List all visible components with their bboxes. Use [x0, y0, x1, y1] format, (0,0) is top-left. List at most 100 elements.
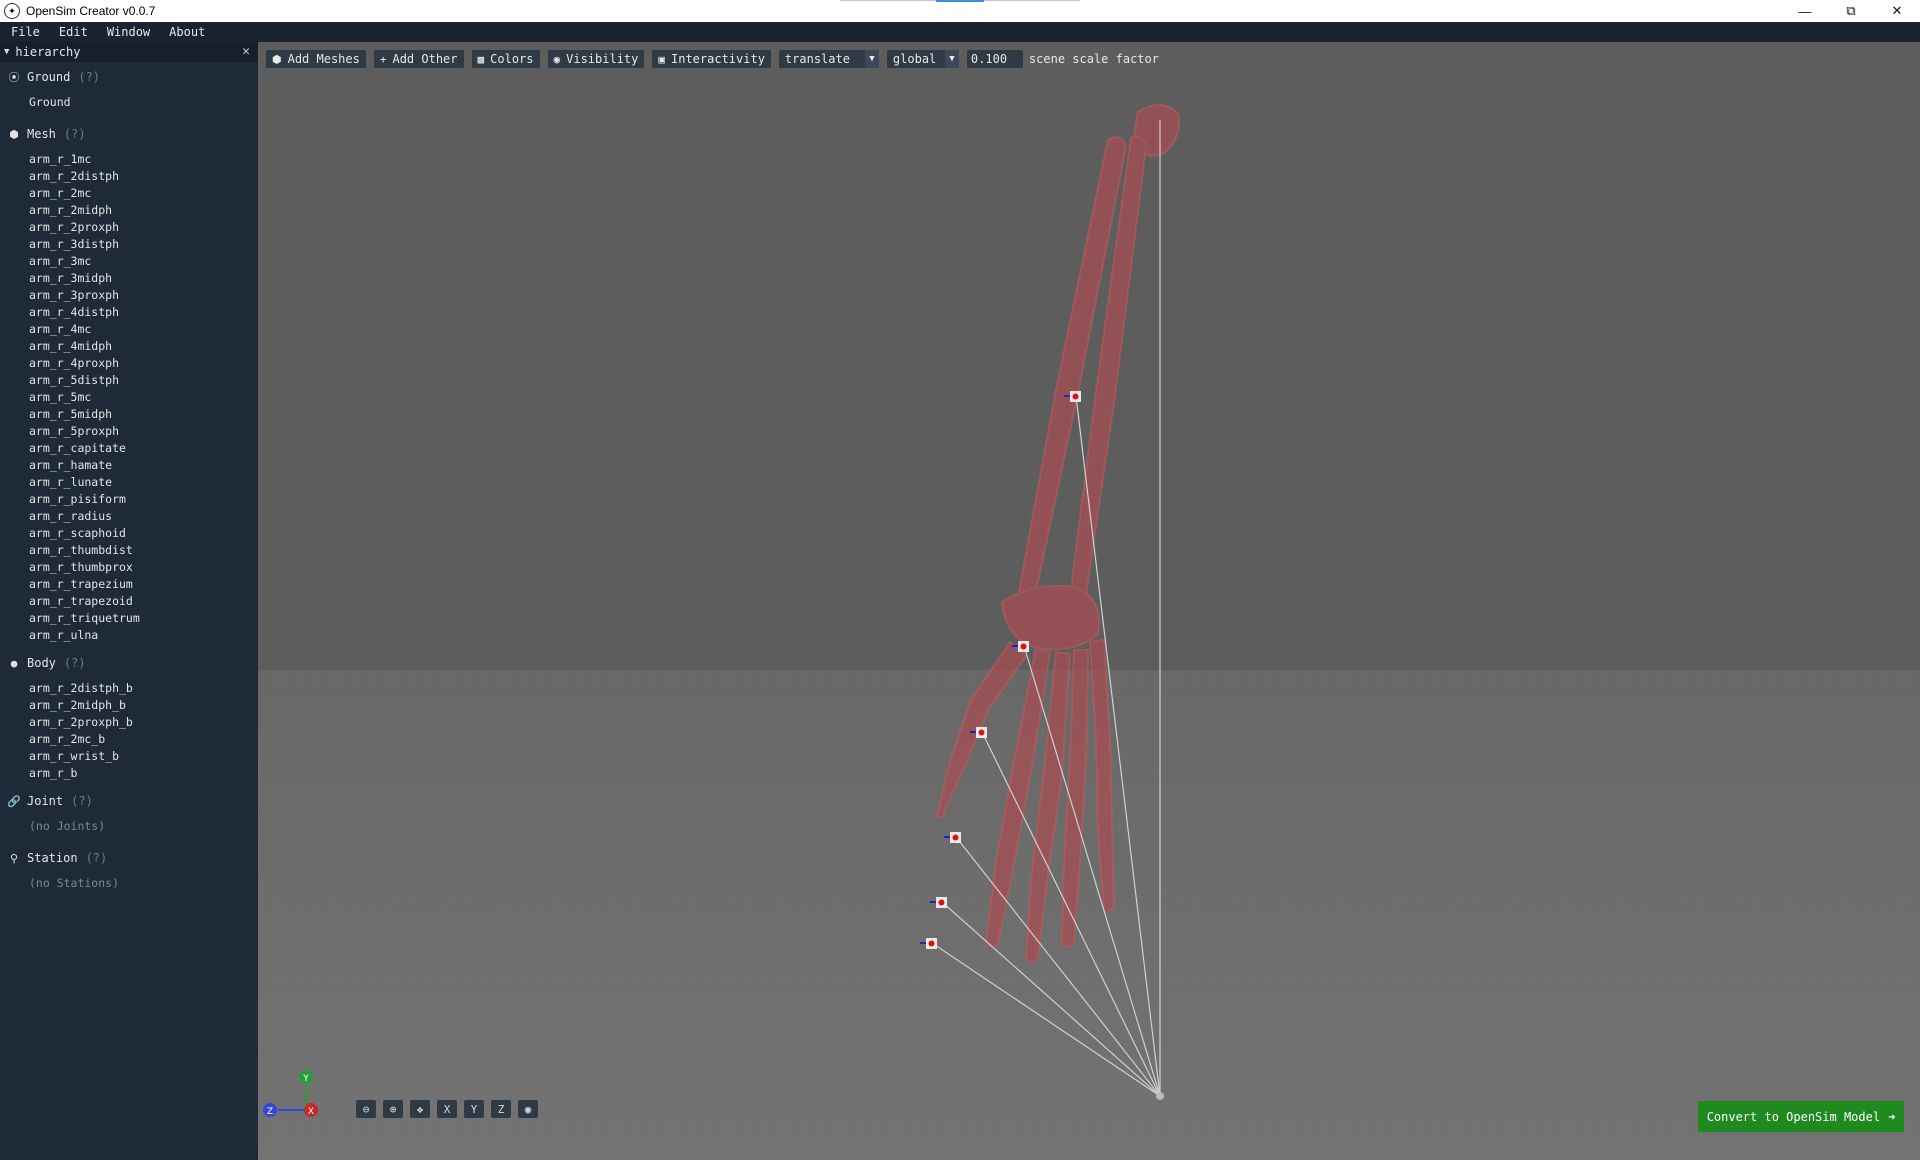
list-item[interactable]: arm_r_2mc	[29, 185, 258, 202]
list-item[interactable]: arm_r_1mc	[29, 151, 258, 168]
list-item[interactable]: arm_r_3distph	[29, 236, 258, 253]
list-item[interactable]: arm_r_b	[29, 765, 258, 782]
cube-icon: ⬢	[272, 52, 282, 66]
colors-label: Colors	[490, 52, 534, 66]
camera-tools: ⊖ ⊕ ❖ X Y Z ◉	[356, 1100, 545, 1118]
arm-r-carpals[interactable]	[1000, 584, 1100, 651]
link-icon: 🔗	[7, 794, 21, 808]
list-item[interactable]: arm_r_thumbprox	[29, 559, 258, 576]
list-item[interactable]: arm_r_3midph	[29, 270, 258, 287]
minimize-icon[interactable]: —	[1782, 0, 1828, 22]
list-item[interactable]: Ground	[29, 94, 258, 111]
list-item[interactable]: arm_r_5proxph	[29, 423, 258, 440]
dropdown-arrow-icon: ▼	[944, 50, 959, 68]
interactivity-button[interactable]: ▣ Interactivity	[652, 50, 771, 68]
scene-scale-label: scene scale factor	[1028, 52, 1159, 66]
view-z-button[interactable]: Z	[491, 1100, 511, 1118]
list-item[interactable]: arm_r_5mc	[29, 389, 258, 406]
panel-title: hierarchy	[15, 45, 81, 59]
menu-file[interactable]: File	[0, 25, 48, 39]
help-marker[interactable]: (?)	[86, 851, 108, 865]
manip-mode-value: translate	[784, 52, 850, 66]
list-item[interactable]: arm_r_2proxph	[29, 219, 258, 236]
collapse-triangle-icon[interactable]: ▼	[4, 47, 9, 57]
list-item[interactable]: arm_r_radius	[29, 508, 258, 525]
list-item[interactable]: arm_r_2distph_b	[29, 680, 258, 697]
colors-button[interactable]: ▩ Colors	[471, 50, 540, 68]
list-item[interactable]: arm_r_4midph	[29, 338, 258, 355]
view-y-button[interactable]: Y	[464, 1100, 484, 1118]
list-item[interactable]: arm_r_wrist_b	[29, 748, 258, 765]
list-item[interactable]: arm_r_3proxph	[29, 287, 258, 304]
visibility-button[interactable]: ◉ Visibility	[547, 50, 645, 68]
list-item[interactable]: arm_r_2midph_b	[29, 697, 258, 714]
list-item[interactable]: arm_r_4mc	[29, 321, 258, 338]
list-item[interactable]: arm_r_hamate	[29, 457, 258, 474]
help-marker[interactable]: (?)	[78, 70, 100, 84]
y-axis-label: Y	[302, 1074, 309, 1084]
help-marker[interactable]: (?)	[71, 794, 93, 808]
menu-window[interactable]: Window	[96, 25, 158, 39]
list-item[interactable]: arm_r_ulna	[29, 627, 258, 644]
add-meshes-label: Add Meshes	[287, 52, 360, 66]
group-body: ● Body (?)	[0, 650, 258, 676]
list-item[interactable]: arm_r_capitate	[29, 440, 258, 457]
fit-view-icon[interactable]: ❖	[410, 1100, 430, 1118]
menu-about[interactable]: About	[158, 25, 213, 39]
help-marker[interactable]: (?)	[64, 656, 86, 670]
list-item[interactable]: arm_r_pisiform	[29, 491, 258, 508]
list-item[interactable]: arm_r_trapezium	[29, 576, 258, 593]
list-item[interactable]: arm_r_4proxph	[29, 355, 258, 372]
group-label: Joint	[27, 794, 64, 808]
list-item[interactable]: arm_r_4distph	[29, 304, 258, 321]
hierarchy-panel-header[interactable]: ▼ hierarchy ✕	[0, 42, 258, 62]
add-meshes-button[interactable]: ⬢ Add Meshes	[266, 50, 366, 68]
cube-icon: ⬢	[9, 127, 19, 141]
menu-edit[interactable]: Edit	[48, 25, 96, 39]
view-x-button[interactable]: X	[437, 1100, 457, 1118]
list-item[interactable]: arm_r_5distph	[29, 372, 258, 389]
list-item[interactable]: arm_r_triquetrum	[29, 610, 258, 627]
paint-roller-icon: ▩	[477, 52, 485, 66]
restore-icon[interactable]: ⧉	[1828, 0, 1874, 22]
scene-scale-input[interactable]: 0.100	[966, 50, 1023, 68]
lock-icon: ▣	[658, 52, 665, 66]
list-item[interactable]: arm_r_2distph	[29, 168, 258, 185]
eye-icon: ◉	[553, 52, 561, 66]
list-item[interactable]: arm_r_thumbdist	[29, 542, 258, 559]
help-marker[interactable]: (?)	[64, 127, 86, 141]
empty-stations-text: (no Stations)	[29, 876, 120, 890]
close-panel-icon[interactable]: ✕	[242, 44, 250, 59]
zoom-in-icon[interactable]: ⊕	[383, 1100, 403, 1118]
ground-icon: ⦿	[8, 71, 20, 84]
list-item[interactable]: arm_r_2mc_b	[29, 731, 258, 748]
mesh-list: arm_r_1mc arm_r_2distph arm_r_2mc arm_r_2mi…	[0, 147, 258, 648]
camera-icon[interactable]: ◉	[518, 1100, 538, 1118]
list-item[interactable]: arm_r_2proxph_b	[29, 714, 258, 731]
titlebar-accent	[936, 0, 984, 2]
list-item[interactable]: arm_r_5midph	[29, 406, 258, 423]
manipulation-mode-select[interactable]: translate ▼	[778, 50, 879, 68]
circle-icon: ●	[10, 656, 18, 670]
close-window-icon[interactable]: ✕	[1874, 0, 1920, 22]
ground-origin[interactable]	[1156, 1092, 1164, 1100]
list-item[interactable]: arm_r_lunate	[29, 474, 258, 491]
scene-canvas[interactable]: Y Z X	[258, 42, 1920, 1160]
convert-to-opensim-model-button[interactable]: Convert to OpenSim Model ➜	[1698, 1101, 1904, 1132]
group-mesh: ⬢ Mesh (?)	[0, 121, 258, 147]
window-title: OpenSim Creator v0.0.7	[26, 4, 156, 18]
list-item[interactable]: arm_r_2midph	[29, 202, 258, 219]
coord-space-value: global	[892, 52, 937, 66]
3d-viewport[interactable]: Y Z X ⬢ Add Meshes + Add Other ▩ Colors ◉ Vi…	[258, 42, 1920, 1160]
add-other-button[interactable]: + Add Other	[373, 50, 464, 68]
coordinate-space-select[interactable]: global ▼	[886, 50, 959, 68]
zoom-out-icon[interactable]: ⊖	[356, 1100, 376, 1118]
list-item[interactable]: arm_r_3mc	[29, 253, 258, 270]
body-list: arm_r_2distph_b arm_r_2midph_b arm_r_2prox…	[0, 676, 258, 786]
app-logo-icon: ✦	[4, 3, 20, 19]
menu-bar: File Edit Window About	[0, 22, 1920, 42]
list-item[interactable]: arm_r_trapezoid	[29, 593, 258, 610]
list-item[interactable]: arm_r_scaphoid	[29, 525, 258, 542]
window-titlebar: ✦ OpenSim Creator v0.0.7 — ⧉ ✕	[0, 0, 1920, 22]
visibility-label: Visibility	[566, 52, 639, 66]
